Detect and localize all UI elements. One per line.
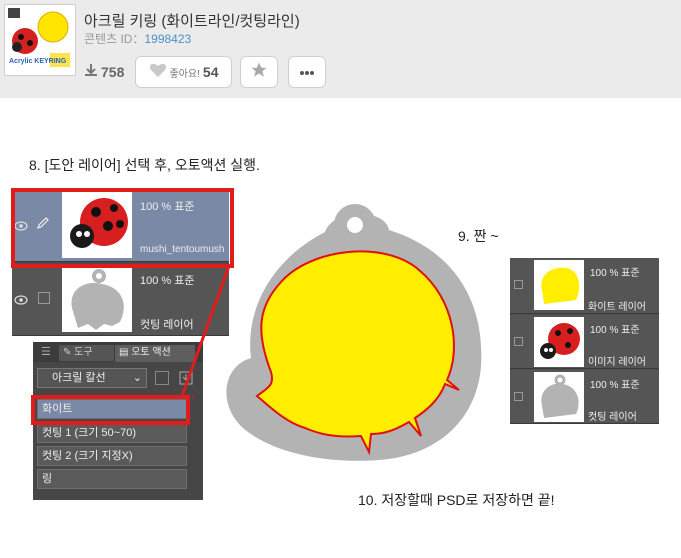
layer-checkbox[interactable] xyxy=(514,280,523,289)
result-layer-cutting[interactable]: 100 % 표준 컷팅 레이어 xyxy=(510,370,659,424)
layer-checkbox[interactable] xyxy=(514,392,523,401)
layer-blend-mode: 100 % 표준 xyxy=(590,268,640,279)
layer-name[interactable]: 화이트 레이어 xyxy=(588,298,646,313)
white-layer-thumbnail xyxy=(534,260,584,310)
step-10-text: 10. 저장할때 PSD로 저장하면 끝! xyxy=(358,492,555,508)
layer-name[interactable]: 컷팅 레이어 xyxy=(588,408,637,423)
result-layer-white[interactable]: 100 % 표준 화이트 레이어 xyxy=(510,258,659,314)
layer-blend-mode: 100 % 표준 xyxy=(590,380,640,391)
result-layer-image[interactable]: 100 % 표준 이미지 레이어 xyxy=(510,315,659,369)
result-layer-panel: 100 % 표준 화이트 레이어 100 % 표준 이미지 레이어 100 % … xyxy=(510,258,659,424)
step-9-text: 9. 짠 ~ xyxy=(458,228,499,244)
layer-checkbox[interactable] xyxy=(514,337,523,346)
image-layer-thumbnail xyxy=(534,317,584,367)
layer-name[interactable]: 이미지 레이어 xyxy=(588,353,646,368)
cutting-layer-thumbnail xyxy=(534,372,584,422)
layer-blend-mode: 100 % 표준 xyxy=(590,325,640,336)
